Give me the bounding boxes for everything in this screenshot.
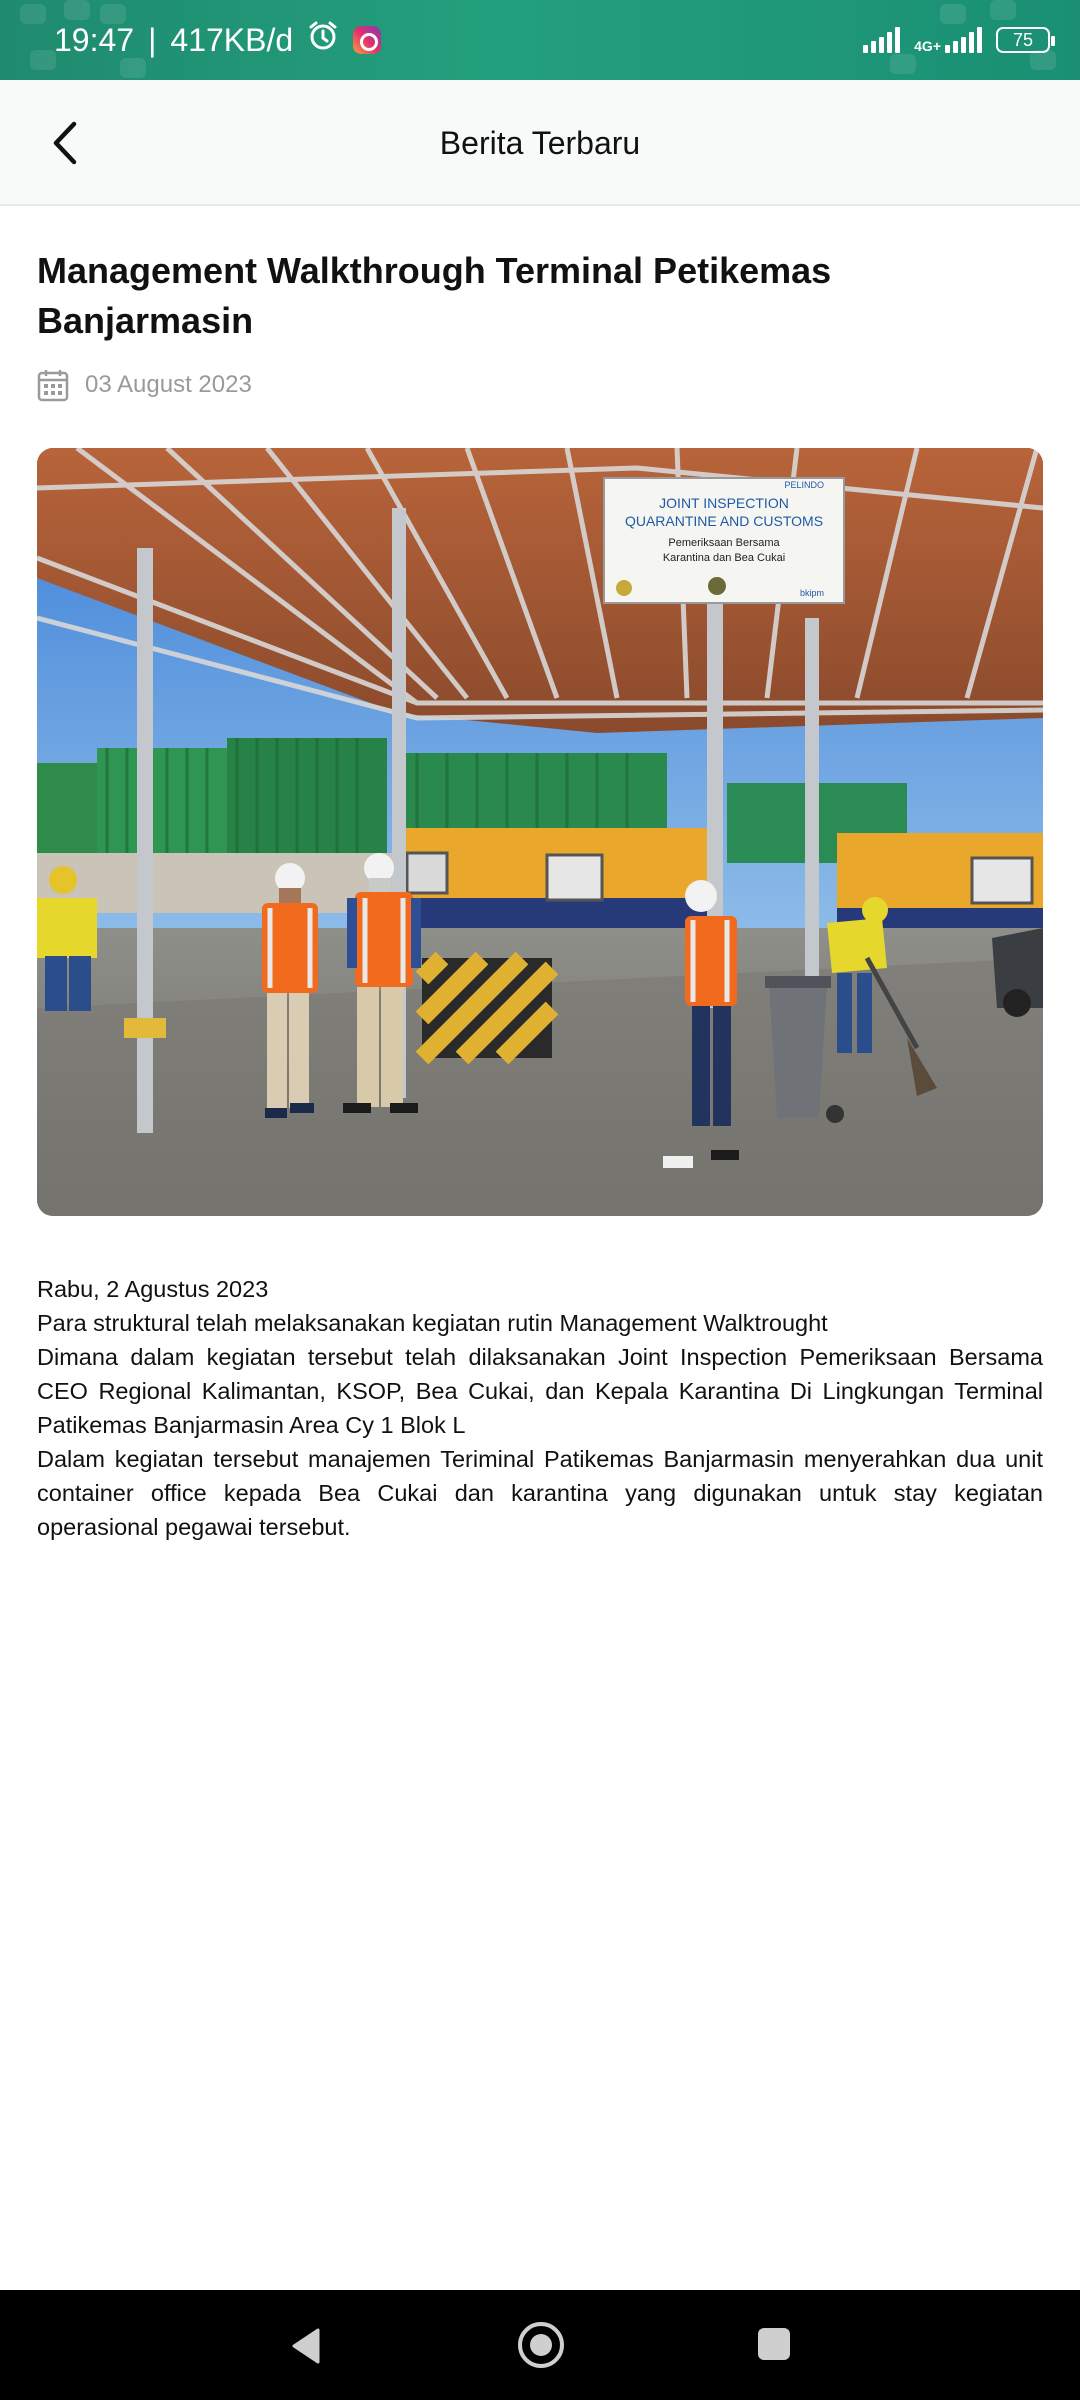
app-bar-title: Berita Terbaru (439, 124, 641, 161)
calendar-icon (37, 370, 69, 402)
article-body: Rabu, 2 Agustus 2023 Para struktural tel… (37, 1272, 1043, 1544)
back-triangle-icon[interactable] (286, 2326, 326, 2366)
status-left: 19:47 | 417KB/d (54, 0, 382, 80)
article-date-row: 03 August 2023 (37, 368, 1043, 402)
article-paragraph: Rabu, 2 Agustus 2023 (37, 1276, 269, 1302)
status-right: 4G+ 75 (863, 0, 1055, 80)
sign-brand: PELINDO (784, 480, 824, 490)
article-title: Management Walkthrough Terminal Petikema… (37, 250, 832, 341)
signal-icon (863, 27, 901, 53)
system-nav-bar (0, 2290, 1080, 2400)
network-label: 4G+ (914, 38, 941, 54)
recents-square-icon[interactable] (758, 2328, 790, 2360)
article-content: Management Walkthrough Terminal Petikema… (37, 206, 1043, 1544)
alarm-icon (307, 20, 339, 60)
signal-4g-group: 4G+ (914, 27, 982, 53)
sign-title-line1: JOINT INSPECTION (659, 495, 789, 511)
instagram-icon (353, 26, 382, 54)
battery-icon: 75 (996, 27, 1055, 53)
sign-title-line2: QUARANTINE AND CUSTOMS (625, 513, 823, 529)
home-circle-icon[interactable] (518, 2322, 564, 2368)
sign-sub-line1: Pemeriksaan Bersama (668, 537, 780, 549)
app-bar: Berita Terbaru (0, 80, 1080, 206)
signal-4g-icon (945, 27, 982, 53)
status-separator: | (148, 21, 157, 58)
article-date: 03 August 2023 (85, 371, 252, 398)
status-speed: 417KB/d (170, 21, 294, 58)
status-bar: 19:47 | 417KB/d 4G+ 75 (0, 0, 1080, 80)
sign-brand-2: bkipm (800, 588, 824, 598)
article-paragraph: Para struktural telah melaksanakan kegia… (37, 1310, 828, 1336)
article-image: PELINDO JOINT INSPECTION QUARANTINE AND … (37, 448, 1043, 1216)
sign-sub-line2: Karantina dan Bea Cukai (663, 552, 785, 564)
status-time: 19:47 (54, 21, 135, 58)
article-paragraph: Dimana dalam kegiatan tersebut telah dil… (37, 1344, 1043, 1438)
battery-level: 75 (1012, 29, 1034, 50)
article-paragraph: Dalam kegiatan tersebut manajemen Terimi… (37, 1446, 1043, 1540)
